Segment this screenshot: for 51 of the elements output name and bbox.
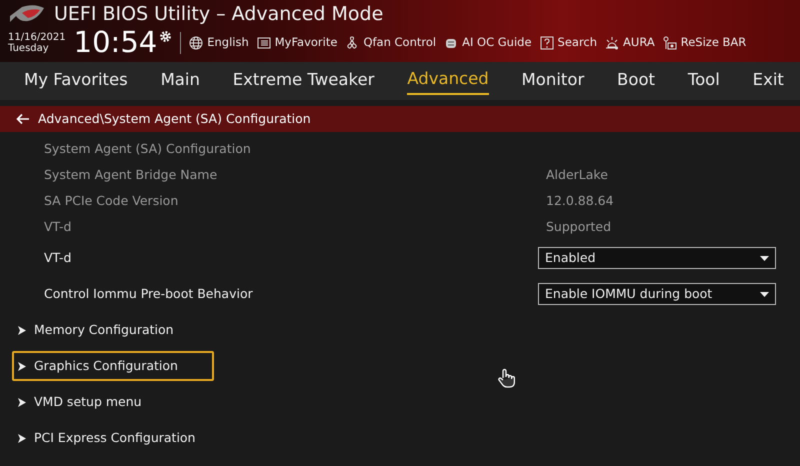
arrow-icon [18, 434, 26, 442]
hand-cursor-icon [498, 368, 516, 388]
setting-value: Supported [546, 218, 612, 236]
menu-tab[interactable]: Advanced [407, 66, 489, 96]
menu-tab[interactable]: Main [160, 68, 200, 94]
list-icon[interactable] [256, 36, 271, 50]
toolbar-link[interactable]: AURA [623, 34, 655, 52]
menu-tab[interactable]: My Favorites [24, 68, 128, 94]
menu-tab[interactable]: Exit [752, 68, 784, 94]
back-arrow-icon[interactable] [16, 113, 30, 125]
setting-value: 12.0.88.64 [546, 192, 615, 210]
fan-icon[interactable] [345, 36, 360, 50]
section-title: System Agent (SA) Configuration [44, 140, 251, 158]
light-icon[interactable] [605, 36, 620, 50]
submenu-link[interactable]: Memory Configuration [12, 314, 210, 346]
setting-value: AlderLake [546, 166, 609, 184]
menu-tab[interactable]: Monitor [522, 68, 584, 94]
day-text: Tuesday [8, 42, 50, 54]
menu-tab[interactable]: Tool [688, 68, 720, 94]
window-title: UEFI BIOS Utility – Advanced Mode [54, 4, 384, 24]
menu-tab[interactable]: Extreme Tweaker [232, 68, 374, 94]
setting-label: VT-d [44, 248, 72, 267]
logo-icon [8, 4, 46, 24]
globe-icon[interactable] [189, 36, 204, 50]
arrow-icon [18, 398, 26, 406]
settings-icon[interactable] [159, 30, 172, 43]
setting-label: System Agent Bridge Name [44, 166, 218, 184]
submenu-link[interactable]: PCI Express Configuration [12, 422, 232, 454]
setting-label: SA PCIe Code Version [44, 192, 178, 210]
toolbar-link[interactable]: Qfan Control [363, 34, 436, 52]
caret-icon [760, 292, 769, 296]
caret-icon [760, 256, 769, 260]
setting-label: Control Iommu Pre-boot Behavior [44, 284, 253, 303]
date-text: 11/16/2021 [8, 32, 66, 42]
setting-label: VT-d [44, 218, 72, 236]
arrow-icon [18, 362, 26, 370]
toolbar-link[interactable]: AI OC Guide [462, 34, 532, 52]
submenu-link[interactable]: VMD setup menu [12, 386, 178, 418]
clock-time: 10:54 [74, 28, 158, 57]
help-icon[interactable] [540, 36, 554, 50]
dropdown-field[interactable]: Enabled [538, 247, 776, 269]
toolbar-link[interactable]: English [207, 34, 249, 52]
toolbar-link[interactable]: MyFavorite [274, 34, 338, 52]
dropdown-field[interactable]: Enable IOMMU during boot [538, 283, 776, 305]
toolbar-link[interactable]: Search [558, 34, 598, 52]
breadcrumb-path: Advanced\System Agent (SA) Configuration [38, 110, 311, 128]
submenu-link[interactable]: Graphics Configuration [12, 350, 214, 382]
arrow-icon [18, 326, 26, 334]
menu-tab[interactable]: Boot [617, 68, 656, 94]
card-icon[interactable] [662, 36, 677, 50]
toolbar-link[interactable]: ReSize BAR [680, 34, 746, 52]
